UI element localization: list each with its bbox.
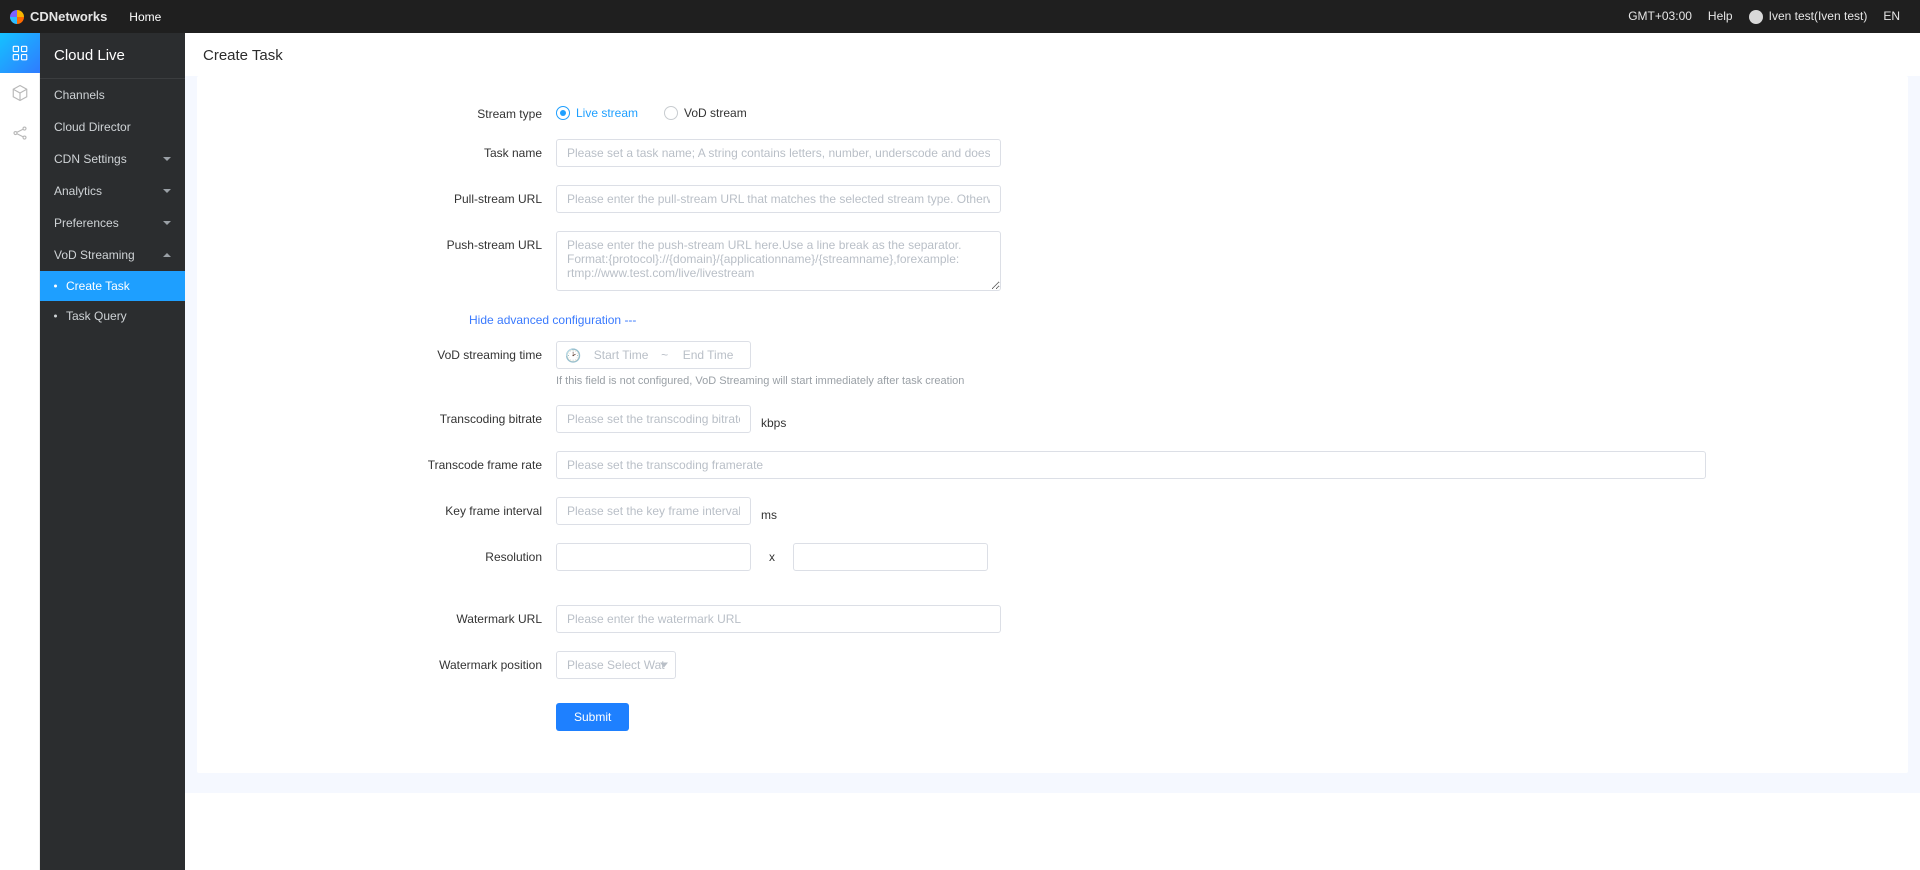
radio-live-stream[interactable]: Live stream: [556, 106, 638, 120]
grid-icon: [11, 44, 29, 62]
sidebar-item-cloud-director[interactable]: Cloud Director: [40, 111, 185, 143]
unit-ms: ms: [761, 501, 777, 522]
radio-dot-icon: [664, 106, 678, 120]
end-time-placeholder: End Time: [674, 348, 742, 362]
resolution-separator: x: [769, 550, 775, 564]
sidebar-item-label: CDN Settings: [54, 152, 127, 166]
label-watermark-url: Watermark URL: [221, 605, 556, 626]
sidebar-title: Cloud Live: [40, 33, 185, 79]
radio-vod-stream[interactable]: VoD stream: [664, 106, 747, 120]
lang-switch[interactable]: EN: [1883, 9, 1900, 23]
chevron-down-icon: [163, 189, 171, 193]
sidebar-item-label: VoD Streaming: [54, 248, 135, 262]
chevron-down-icon: [163, 157, 171, 161]
vod-time-hint: If this field is not configured, VoD Str…: [556, 375, 1884, 387]
sidebar-item-channels[interactable]: Channels: [40, 79, 185, 111]
keyframe-input[interactable]: [556, 497, 751, 525]
sidebar-subitem-create-task[interactable]: Create Task: [40, 271, 185, 301]
resolution-width-input[interactable]: [556, 543, 751, 571]
rail-item-cloud[interactable]: [0, 73, 40, 113]
brand[interactable]: CDNetworks: [10, 9, 107, 24]
sidebar-item-label: Cloud Director: [54, 120, 131, 134]
pull-url-input[interactable]: [556, 185, 1001, 213]
label-task-name: Task name: [221, 139, 556, 160]
sidebar-item-vod-streaming[interactable]: VoD Streaming: [40, 239, 185, 271]
chevron-up-icon: [163, 253, 171, 257]
range-separator: ~: [661, 348, 668, 362]
help-link[interactable]: Help: [1708, 9, 1733, 23]
rail-item-network[interactable]: [0, 113, 40, 153]
main-content: Create Task Stream type Live stream VoD …: [185, 33, 1920, 870]
timezone-label[interactable]: GMT+03:00: [1628, 9, 1692, 23]
sidebar-item-label: Task Query: [66, 309, 127, 323]
vod-time-picker[interactable]: 🕑 Start Time ~ End Time: [556, 341, 751, 369]
start-time-placeholder: Start Time: [587, 348, 655, 362]
radio-label: Live stream: [576, 106, 638, 120]
sidebar: Cloud Live Channels Cloud Director CDN S…: [40, 33, 185, 870]
form-card: Stream type Live stream VoD stream: [197, 76, 1908, 773]
page-title: Create Task: [185, 33, 1920, 76]
push-url-textarea[interactable]: [556, 231, 1001, 291]
user-name: Iven test(Iven test): [1769, 9, 1868, 23]
brand-text: CDNetworks: [30, 9, 107, 24]
toggle-advanced-link[interactable]: Hide advanced configuration ---: [469, 313, 636, 327]
sidebar-item-label: Create Task: [66, 279, 130, 293]
unit-kbps: kbps: [761, 409, 786, 430]
label-watermark-pos: Watermark position: [221, 651, 556, 672]
sidebar-subitem-task-query[interactable]: Task Query: [40, 301, 185, 331]
topbar: CDNetworks Home GMT+03:00 Help Iven test…: [0, 0, 1920, 33]
radio-dot-icon: [556, 106, 570, 120]
trans-bitrate-input[interactable]: [556, 405, 751, 433]
avatar-icon: [1749, 10, 1763, 24]
sidebar-item-label: Analytics: [54, 184, 102, 198]
watermark-pos-select[interactable]: Please Select Water...: [556, 651, 676, 679]
icon-rail: [0, 33, 40, 870]
label-trans-fps: Transcode frame rate: [221, 451, 556, 472]
resolution-height-input[interactable]: [793, 543, 988, 571]
sidebar-item-label: Preferences: [54, 216, 119, 230]
label-resolution: Resolution: [221, 543, 556, 564]
watermark-url-input[interactable]: [556, 605, 1001, 633]
sidebar-item-label: Channels: [54, 88, 105, 102]
rail-item-dashboard[interactable]: [0, 33, 40, 73]
sidebar-item-analytics[interactable]: Analytics: [40, 175, 185, 207]
home-link[interactable]: Home: [129, 10, 161, 24]
clock-icon: 🕑: [565, 349, 581, 362]
label-trans-bitrate: Transcoding bitrate: [221, 405, 556, 426]
sidebar-item-preferences[interactable]: Preferences: [40, 207, 185, 239]
submit-button[interactable]: Submit: [556, 703, 629, 731]
user-menu[interactable]: Iven test(Iven test): [1749, 9, 1868, 24]
chevron-down-icon: [163, 221, 171, 225]
label-vod-time: VoD streaming time: [221, 341, 556, 362]
label-keyframe: Key frame interval: [221, 497, 556, 518]
brand-logo-icon: [10, 10, 24, 24]
label-stream-type: Stream type: [221, 100, 556, 121]
label-push-url: Push-stream URL: [221, 231, 556, 252]
task-name-input[interactable]: [556, 139, 1001, 167]
cube-icon: [11, 84, 29, 102]
label-pull-url: Pull-stream URL: [221, 185, 556, 206]
sidebar-item-cdn-settings[interactable]: CDN Settings: [40, 143, 185, 175]
share-icon: [11, 124, 29, 142]
radio-label: VoD stream: [684, 106, 747, 120]
trans-fps-input[interactable]: [556, 451, 1706, 479]
